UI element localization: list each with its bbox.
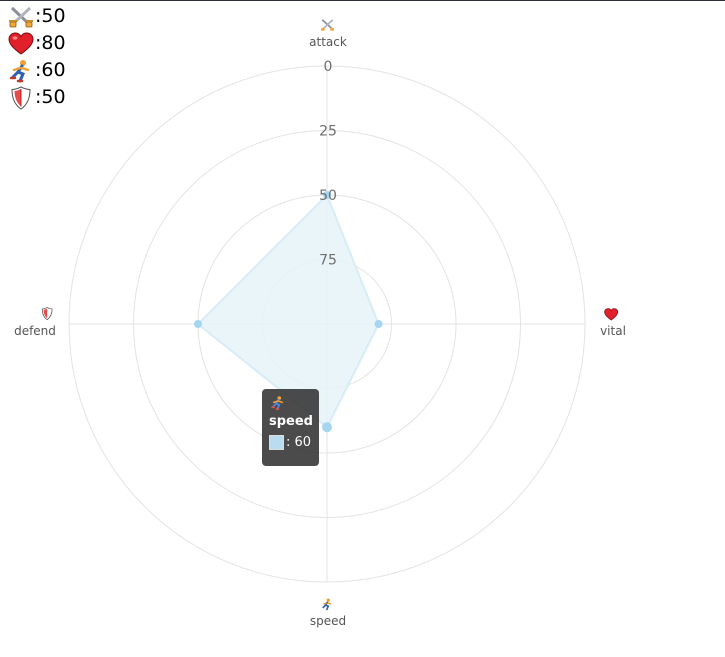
data-point-speed — [322, 422, 332, 433]
axis-label-vital: vital — [600, 324, 626, 338]
radial-tick-label: 75 — [319, 253, 337, 269]
radial-tick-label: 0 — [324, 59, 333, 75]
tooltip-value: : 60 — [286, 435, 312, 450]
data-point-vital — [374, 320, 383, 328]
radar-chart: 0 25 50 75 attack vital speed defend — [14, 19, 626, 628]
axis-label-defend: defend — [14, 324, 56, 338]
tooltip: speed : 60 — [262, 389, 319, 466]
runner-icon — [271, 396, 284, 411]
runner-icon — [322, 598, 332, 611]
tooltip-row: : 60 — [269, 435, 312, 450]
axis-label-attack: attack — [309, 35, 347, 49]
tooltip-title: speed — [269, 414, 313, 429]
crossed-swords-icon — [321, 19, 334, 31]
radial-tick-label: 25 — [319, 124, 337, 140]
data-point-defend — [194, 320, 202, 328]
shield-icon — [41, 307, 53, 321]
heart-icon — [604, 308, 619, 321]
tooltip-series-swatch — [269, 435, 284, 450]
radial-tick-label: 50 — [319, 188, 337, 204]
axis-label-speed: speed — [310, 614, 346, 628]
